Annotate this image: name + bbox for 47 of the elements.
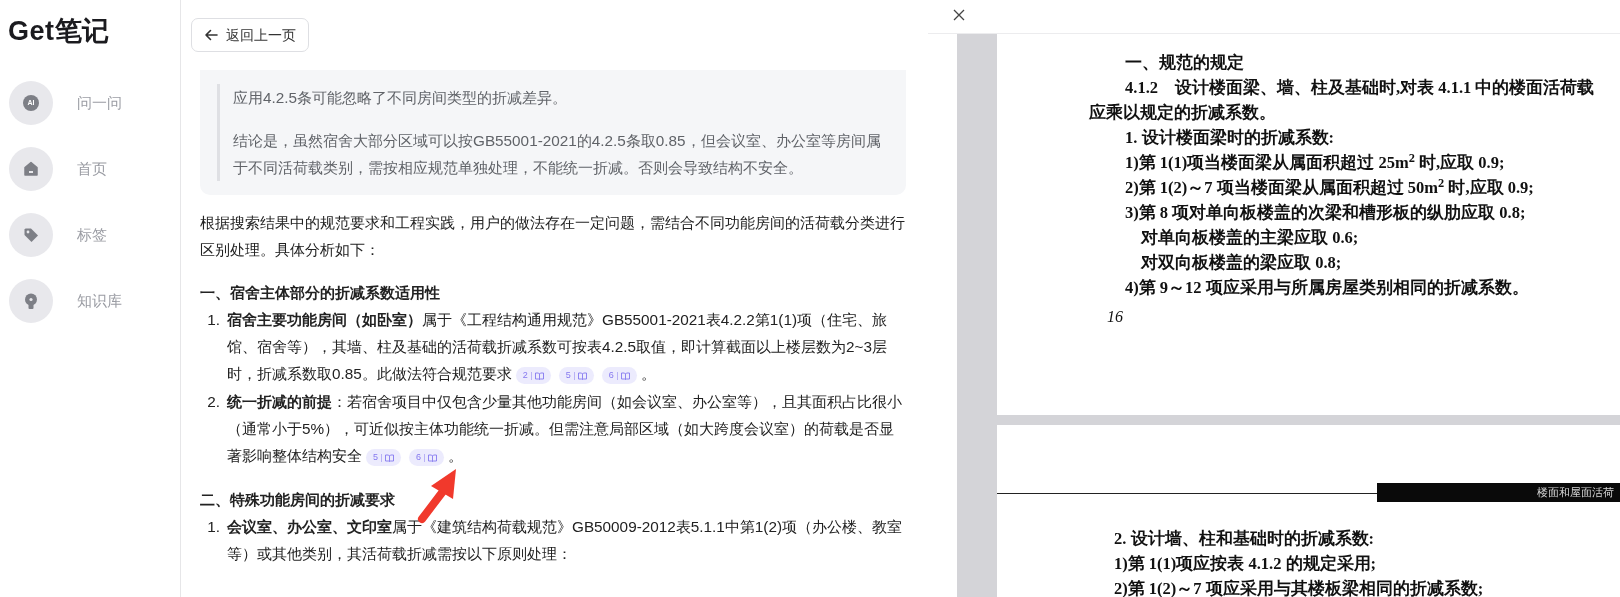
citation-chip[interactable]: 5 xyxy=(558,367,594,385)
document-text: 对单向板楼盖的主梁应取 0.6; xyxy=(1141,228,1359,247)
book-icon xyxy=(534,372,544,380)
document-text: 1. 设计楼面梁时的折减系数: xyxy=(1125,128,1334,147)
app-logo: Get笔记 xyxy=(8,15,111,48)
section-heading: 一、宿舍主体部分的折减系数适用性 xyxy=(200,282,440,303)
close-icon xyxy=(952,8,966,22)
sidebar-item[interactable]: 首页 xyxy=(0,143,180,195)
back-button[interactable]: 返回上一页 xyxy=(191,18,309,52)
document-text: 1)第 1(1)项应按表 4.1.2 的规定采用; xyxy=(1114,554,1377,573)
page-number: 16 xyxy=(1107,308,1123,325)
list-number: 1. xyxy=(206,309,221,330)
lightbulb-icon xyxy=(24,292,38,310)
list-number: 2. xyxy=(206,391,221,412)
document-text: 对双向板楼盖的梁应取 0.8; xyxy=(1141,253,1342,272)
document-text: 1)第 1(1)项当楼面梁从属面积超过 25m$^{2}$ 时,应取 0.9; xyxy=(1125,153,1505,172)
citation-chip[interactable]: 6 xyxy=(409,449,445,467)
citation-chip[interactable]: 2 xyxy=(515,367,551,385)
quote-paragraph: 结论是，虽然宿舍大部分区域可以按GB55001-2021的4.2.5条取0.85，但会议室、办公室等房间属于不同活荷载类别，需按相应规范单独处理，不能统一折减。否则会导致结构不安全。 xyxy=(233,131,882,178)
document-text: 4)第 9～12 项应采用与所属房屋类别相同的折减系数。 xyxy=(1125,278,1529,297)
document-text: 2. 设计墙、柱和基础时的折减系数: xyxy=(1114,529,1374,548)
running-header: 楼面和屋面活荷 xyxy=(1377,483,1620,502)
home-icon xyxy=(23,161,39,177)
arrow-left-icon xyxy=(204,28,218,42)
book-icon xyxy=(620,372,630,380)
document-text: 2)第 1(2)～7 项当楼面梁从属面积超过 50m$^{2}$ 时,应取 0.9; xyxy=(1125,178,1534,197)
citation-chip[interactable]: 5 xyxy=(366,449,401,467)
list-item-text: 会议室、办公室、文印室属于《建筑结构荷载规范》GB50009-2012表5.1.1中第1(2)项（办公楼、教室等）或其他类别，其活荷载折减需按以下原则处理： xyxy=(227,516,903,565)
list-item-text: 宿舍主要功能房间（如卧室）属于《工程结构通用规范》GB55001-2021表4.2.2第1(1)项（住宅、旅馆、宿舍等），其墙、柱及基础的活荷载折减系数可按表4.2.5取值，即计算截面以上楼层数为2~3层时，折减系数取0.85。此做法符合规范要求 2 5 6 。 xyxy=(227,309,888,387)
citation-chip[interactable]: 6 xyxy=(601,367,637,385)
list-number: 1. xyxy=(206,516,221,537)
document-text: 应乘以规定的折减系数。 xyxy=(1089,103,1276,122)
tag-icon xyxy=(23,227,39,243)
sidebar-item[interactable]: 标签 xyxy=(0,209,180,261)
close-button[interactable] xyxy=(952,8,966,22)
section-heading: 二、特殊功能房间的折减要求 xyxy=(200,489,395,510)
document-text: 4.1.2 设计楼面梁、墙、柱及基础时,对表 4.1.1 中的楼面活荷载 xyxy=(1125,78,1595,97)
book-icon xyxy=(577,372,587,380)
book-icon xyxy=(428,453,438,462)
sidebar-item[interactable]: 知识库 xyxy=(0,275,180,327)
document-text: 2)第 1(2)～7 项应采用与其楼板梁相同的折减系数; xyxy=(1114,579,1484,597)
quote-paragraph: 应用4.2.5条可能忽略了不同房间类型的折减差异。 xyxy=(233,88,569,108)
list-item-text: 统一折减的前提：若宿舍项目中仅包含少量其他功能房间（如会议室、办公室等），且其面积占比很小（通常小于5%），可近似按主体功能统一折减。但需注意局部区域（如大跨度会议室）的荷载是否显著影响整体结构安全 5 6 。 xyxy=(227,391,903,469)
document-text: 一、规范的规定 xyxy=(1125,53,1244,72)
paragraph: 根据搜索结果中的规范要求和工程实践，用户的做法存在一定问题，需结合不同功能房间的活荷载分类进行区别处理。具体分析如下： xyxy=(200,213,906,261)
document-text: 3)第 8 项对单向板楼盖的次梁和槽形板的纵肋应取 0.8; xyxy=(1125,203,1526,222)
book-icon xyxy=(385,453,394,462)
